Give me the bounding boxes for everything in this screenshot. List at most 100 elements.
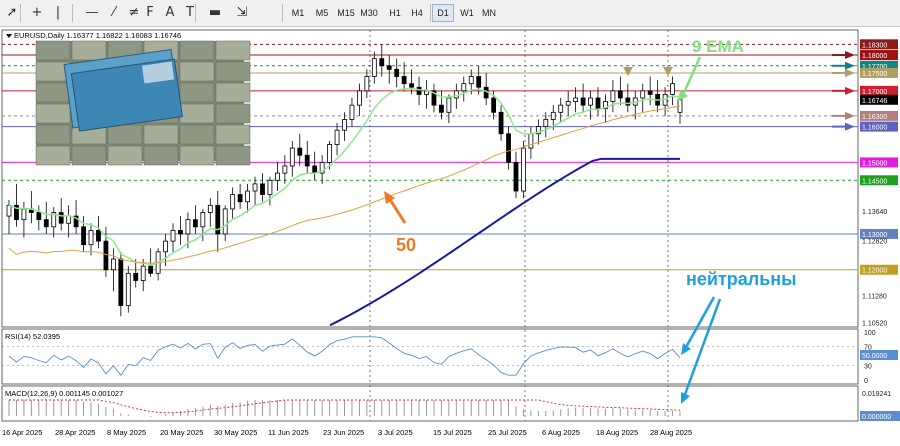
ema9-annotation: 9 EMA <box>692 37 744 56</box>
candle-body <box>364 76 370 92</box>
x-axis-label: 28 Aug 2025 <box>650 428 692 437</box>
candle-body <box>103 240 109 271</box>
dollar-bill-shape <box>143 145 179 166</box>
rsi-axis-tick: 0 <box>864 378 868 385</box>
candle-body <box>118 258 124 306</box>
price-tag-label: 1.18300 <box>862 42 887 49</box>
candle-body <box>230 194 236 210</box>
euro-banknotes-image <box>35 40 251 166</box>
candle-body <box>379 58 385 67</box>
timeframe-m30[interactable]: M30 <box>359 5 379 21</box>
candle-body <box>357 90 362 106</box>
candle-body <box>424 90 429 95</box>
x-axis-label: 11 Jun 2025 <box>268 428 309 437</box>
dollar-bill-shape <box>179 40 215 61</box>
macd-panel-frame <box>1 385 859 422</box>
dollar-bill-shape <box>35 40 71 61</box>
timeframe-w1[interactable]: W1 <box>457 5 477 21</box>
text-icon[interactable]: A <box>160 4 180 22</box>
candle-body <box>245 190 250 203</box>
dollar-bill-shape <box>107 124 143 145</box>
x-axis-label: 18 Aug 2025 <box>596 428 638 437</box>
candle-body <box>36 212 42 221</box>
chart-info-label: EURUSD,Daily 1.16377 1.16822 1.16083 1.1… <box>14 31 181 40</box>
dollar-bill-shape <box>179 61 215 82</box>
candle-body <box>453 90 459 99</box>
label-icon[interactable]: T <box>180 4 200 22</box>
price-tag-label: 1.16300 <box>862 114 887 121</box>
trendline-icon[interactable]: ⁄ <box>104 4 124 22</box>
macd-axis-tick: 0.019241 <box>862 391 891 398</box>
timeframe-m5[interactable]: M5 <box>312 5 332 21</box>
dollar-bill-shape <box>143 124 179 145</box>
rsi-panel-frame <box>1 328 859 385</box>
timeframe-d1[interactable]: D1 <box>432 4 454 22</box>
price-chart[interactable]: 1.183001.180001.177001.175001.170001.167… <box>0 27 900 446</box>
timeframe-m15[interactable]: M15 <box>336 5 356 21</box>
dollar-bill-shape <box>215 82 251 103</box>
rsi-axis-tick: 30 <box>864 364 872 371</box>
timeframe-mn[interactable]: MN <box>479 5 499 21</box>
candle-body <box>96 229 101 242</box>
x-axis-label: 6 Aug 2025 <box>542 428 580 437</box>
dollar-bill-shape <box>35 103 71 124</box>
x-axis-label: 15 Jul 2025 <box>433 428 472 437</box>
dollar-bill-shape <box>107 145 143 166</box>
candle-body <box>297 147 303 156</box>
horizontal-line-icon[interactable]: — <box>82 4 102 22</box>
candle-body <box>595 97 601 110</box>
candle-body <box>513 161 519 192</box>
x-axis-label: 30 May 2025 <box>214 428 257 437</box>
candle-body <box>386 65 392 70</box>
candle-body <box>170 229 176 242</box>
candle-body <box>289 147 295 167</box>
toolbar-separator <box>195 4 196 22</box>
rsi-value-label: 50.0000 <box>862 353 887 360</box>
price-axis-tick: 1.13640 <box>862 209 887 216</box>
dollar-bill-shape <box>35 145 71 166</box>
candle-body <box>178 229 183 235</box>
candle-body <box>491 97 497 113</box>
candle-body <box>342 119 347 131</box>
cursor-icon[interactable]: ➚ <box>2 4 22 22</box>
candle-body <box>543 119 549 128</box>
candle-body <box>125 272 131 306</box>
crosshair-icon[interactable]: + <box>27 4 47 22</box>
timeframe-h1[interactable]: H1 <box>385 5 405 21</box>
macd-label: MACD(12,26,9) 0.001145 0.001027 <box>5 389 123 398</box>
candle-body <box>647 90 653 95</box>
toolbar-separator <box>72 4 73 22</box>
timeframe-h4[interactable]: H4 <box>407 5 427 21</box>
candle-body <box>617 90 623 99</box>
price-axis-tick: 1.11280 <box>862 294 887 301</box>
dollar-bill-shape <box>71 40 107 61</box>
shapes-icon[interactable]: ▬ <box>205 4 225 22</box>
dollar-bill-shape <box>179 103 215 124</box>
candle-body <box>140 265 146 281</box>
x-axis-label: 16 Apr 2025 <box>2 428 42 437</box>
fibonacci-icon[interactable]: F <box>140 4 160 22</box>
candle-body <box>192 219 198 228</box>
candle-body <box>110 258 116 271</box>
price-axis-tick: 1.10520 <box>862 321 887 328</box>
dollar-bill-shape <box>215 40 251 61</box>
arrows-icon[interactable]: ⇲ <box>232 4 252 22</box>
vertical-line-icon[interactable]: | <box>48 4 68 22</box>
x-axis-label: 8 May 2025 <box>107 428 146 437</box>
toolbar: ➚ + | — ⁄ ≠ F A T ▬ ⇲ M1 M5 M15 M30 H1 H4 D1 W1 MN <box>0 0 900 27</box>
price-tag-label: 1.17500 <box>862 71 887 78</box>
toolbar-separator <box>282 4 283 22</box>
candle-body <box>610 90 616 102</box>
rsi-label: RSI(14) 52.0395 <box>5 332 60 341</box>
dollar-bill-shape <box>215 61 251 82</box>
candle-body <box>222 208 228 235</box>
x-axis-label: 20 May 2025 <box>160 428 203 437</box>
price-tag-label: 1.16000 <box>862 125 887 132</box>
candle-body <box>446 97 452 113</box>
dollar-bill-shape <box>35 82 71 103</box>
candle-body <box>550 111 556 120</box>
timeframe-m1[interactable]: M1 <box>288 5 308 21</box>
price-tag-label: 1.14500 <box>862 178 887 185</box>
candle-body <box>88 229 94 246</box>
candle-body <box>43 219 49 228</box>
